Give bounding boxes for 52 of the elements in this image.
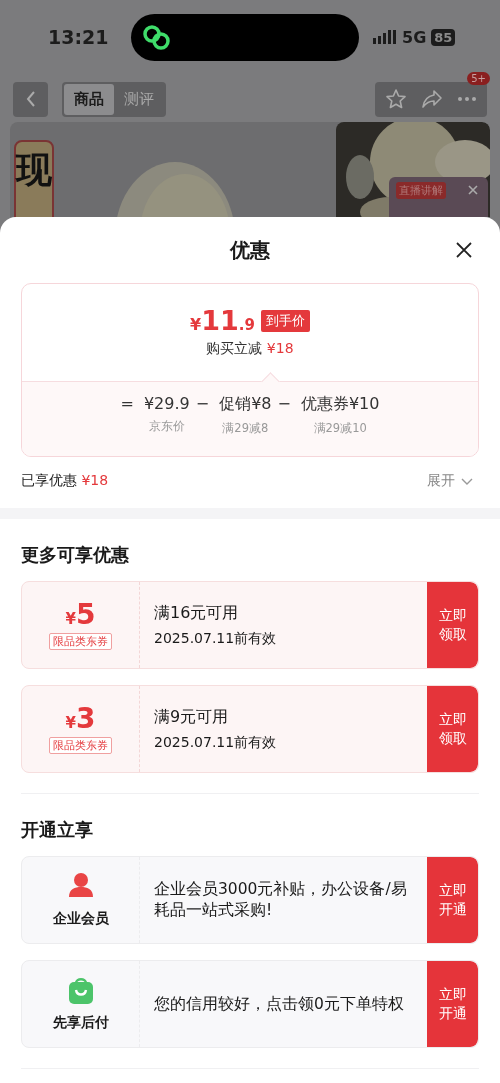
price-note: 满29减10 [313,421,367,436]
price-tag: 到手价 [260,309,310,332]
battery-level: 85 [431,28,456,46]
activate-button[interactable]: 立即开通 [427,961,478,1047]
enjoyed-discount: 已享优惠 ¥18 [21,472,109,490]
tab[interactable]: 商品 [64,83,114,115]
back-button[interactable] [13,81,48,117]
share-icon[interactable] [421,88,443,110]
price-item: 促销¥8 [219,394,272,415]
price-note: 满29减8 [222,421,269,436]
service-name: 先享后付 [52,1014,109,1032]
activate-button[interactable]: 立即开通 [427,857,478,943]
service-description: 企业会员3000元补贴，办公设备/易耗品一站式采购! [154,879,408,921]
shopping-bag-icon [66,976,95,1004]
operator: − [195,394,210,415]
notification-badge: 5+ [467,71,490,85]
sheet-title: 优惠 [230,236,270,264]
close-icon[interactable] [455,241,473,259]
saving-text: 购买立减 ¥18 [206,340,294,358]
chevron-down-icon [461,477,473,485]
linked-rings-icon [141,22,171,52]
more-icon[interactable] [457,96,477,102]
back-icon [24,90,37,108]
coupon-amount: ¥3 [65,704,96,733]
claim-button[interactable]: 立即领取 [427,686,478,772]
coupon-validity: 2025.07.11前有效 [154,629,278,648]
coupon-condition: 满16元可用 [154,602,240,624]
service-name: 企业会员 [52,910,109,928]
price-note: 京东价 [148,419,185,434]
coupon-tag: 限品类东券 [49,632,112,650]
final-price: ¥11.9 [190,307,255,334]
price-item: 优惠券¥10 [300,394,380,415]
section-title: 更多可享优惠 [20,543,130,567]
coupon-condition: 满9元可用 [154,706,230,728]
claim-button[interactable]: 立即领取 [427,582,478,668]
price-item: ¥29.9 [143,394,190,413]
expand-button[interactable]: 展开 [421,471,479,491]
coupon-validity: 2025.07.11前有效 [154,733,278,752]
clock-time: 13:21 [48,26,110,48]
service-description: 您的信用较好，点击领0元下单特权 [154,993,405,1015]
coupon-tag: 限品类东券 [49,736,112,754]
network-type: 5G [402,27,427,47]
live-badge: 直播讲解 [396,182,446,199]
person-icon [66,872,95,900]
tab[interactable]: 测评 [114,83,164,115]
product-label: 现 [14,140,54,217]
signal-icon [373,30,397,44]
star-icon[interactable] [385,88,407,110]
operator: − [277,394,291,415]
section-title: 开通立享 [20,818,94,842]
operator: = [120,394,134,415]
coupon-amount: ¥5 [65,600,96,629]
